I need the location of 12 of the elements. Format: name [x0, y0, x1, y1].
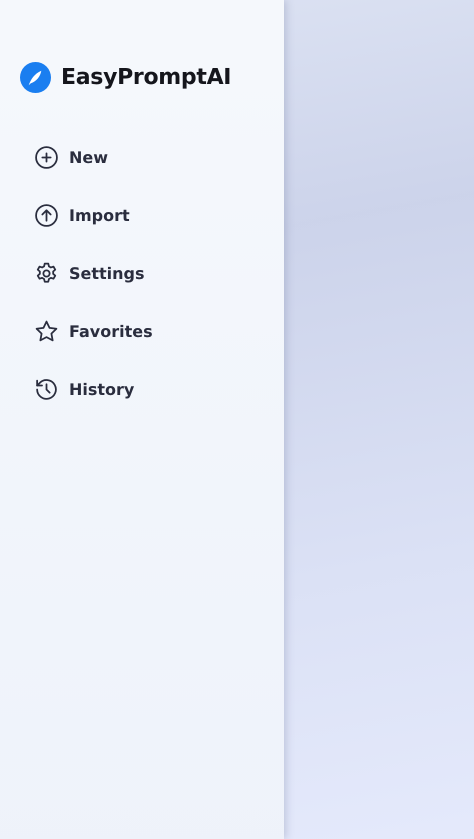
- menu-item[interactable]: Settings: [30, 253, 149, 293]
- menu-item[interactable]: History: [30, 369, 138, 409]
- star-icon: [34, 318, 59, 344]
- history-icon: [34, 376, 59, 402]
- menu-item[interactable]: Favorites: [30, 311, 157, 351]
- menu-item[interactable]: New: [30, 137, 112, 177]
- feather-logo-icon: [20, 62, 51, 93]
- plus-circle-icon: [34, 144, 59, 170]
- menu-item[interactable]: Import: [30, 195, 134, 235]
- arrow-up-circle-icon: [34, 202, 59, 228]
- settings-icon: [34, 260, 59, 286]
- app-title: EasyPromptAI: [61, 65, 232, 90]
